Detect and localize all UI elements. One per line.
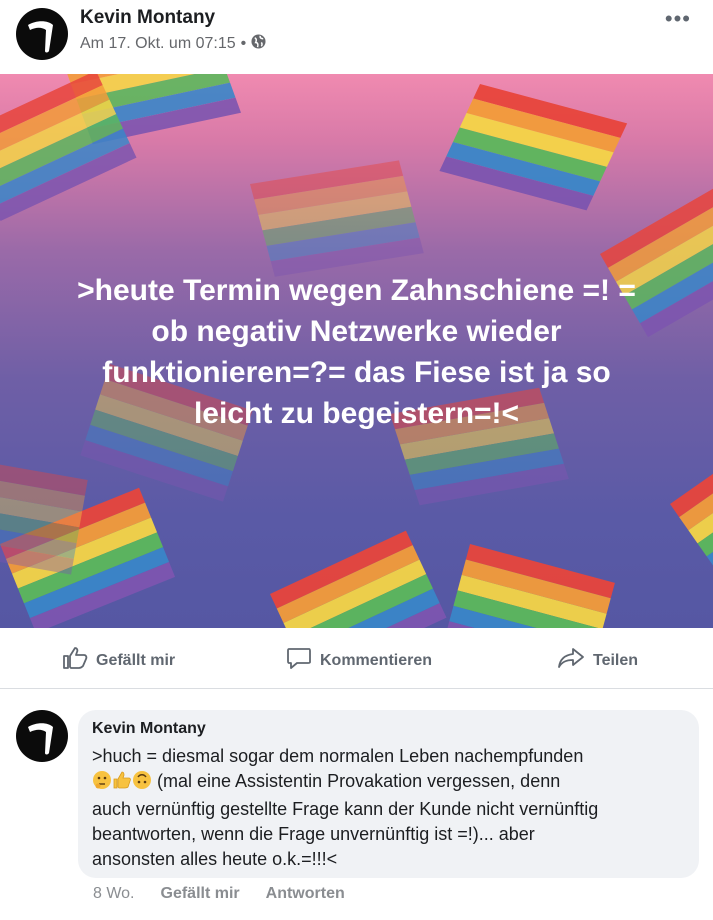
- avatar[interactable]: [16, 8, 68, 60]
- globe-icon: [251, 34, 266, 54]
- comment-like-link[interactable]: Gefällt mir: [161, 885, 240, 903]
- meta-separator: •: [240, 35, 247, 52]
- share-icon: [557, 646, 585, 675]
- comment-footer: 8 Wo. Gefällt mir Antworten: [93, 885, 345, 903]
- share-label: Teilen: [593, 651, 639, 669]
- comment-icon: [286, 646, 312, 675]
- comment-text-rest: (mal eine Assistentin Provakation verges…: [92, 771, 599, 869]
- thumbs-up-icon: [62, 646, 88, 675]
- comment-author[interactable]: Kevin Montany: [92, 720, 206, 738]
- comment-reply-link[interactable]: Antworten: [266, 885, 345, 903]
- comment-text-line1: >huch = diesmal sogar dem normalen Leben…: [92, 746, 584, 766]
- comment-bubble: Kevin Montany >huch = diesmal sogar dem …: [78, 710, 699, 878]
- post-meta: Am 17. Okt. um 07:15 •: [80, 34, 266, 54]
- action-bar: Gefällt mir Kommentieren Teilen: [0, 628, 713, 689]
- post-image[interactable]: >heute Termin wegen Zahnschiene =! = ob …: [0, 74, 713, 628]
- comment-text: >huch = diesmal sogar dem normalen Leben…: [92, 744, 692, 872]
- comment-button[interactable]: Kommentieren: [286, 646, 432, 675]
- like-label: Gefällt mir: [96, 651, 176, 669]
- share-button[interactable]: Teilen: [557, 646, 638, 675]
- author-name[interactable]: Kevin Montany: [80, 7, 215, 29]
- comment-label: Kommentieren: [320, 651, 433, 669]
- post-header: Kevin Montany Am 17. Okt. um 07:15 • •••: [0, 0, 713, 74]
- like-button[interactable]: Gefällt mir: [62, 646, 175, 675]
- thinking-face-icon: [92, 770, 112, 797]
- comment-avatar[interactable]: [16, 710, 68, 762]
- comment-time[interactable]: 8 Wo.: [93, 885, 135, 903]
- thumbs-up-icon: [112, 770, 132, 797]
- more-options-icon[interactable]: •••: [665, 6, 691, 32]
- post-text: >heute Termin wegen Zahnschiene =! = ob …: [77, 274, 636, 430]
- upside-down-face-icon: [132, 770, 152, 797]
- post-date[interactable]: Am 17. Okt. um 07:15: [80, 35, 236, 53]
